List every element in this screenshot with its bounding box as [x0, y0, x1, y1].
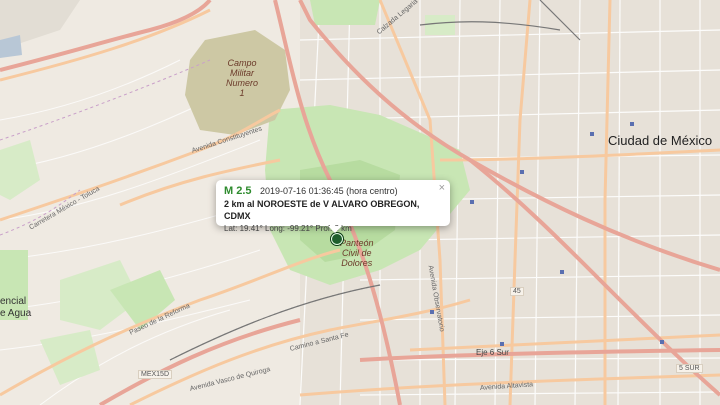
popup-tip	[328, 226, 342, 233]
earthquake-popup: × M 2.5 2019-07-16 01:36:45 (hora centro…	[216, 180, 450, 233]
close-icon[interactable]: ×	[439, 183, 445, 194]
popup-header: M 2.5 2019-07-16 01:36:45 (hora centro)	[224, 185, 442, 197]
magnitude-label: M 2.5	[224, 185, 252, 197]
highway-shield-15d: MEX15D	[138, 370, 173, 379]
earthquake-marker[interactable]	[331, 233, 343, 245]
highway-shield-5sur: 5 SUR	[676, 364, 703, 373]
map-canvas[interactable]: Ciudad de México Campo Militar Numero 1 …	[0, 0, 720, 405]
datetime-label: 2019-07-16 01:36:45 (hora centro)	[260, 186, 398, 196]
location-label: 2 km al NOROESTE de V ALVARO OBREGON, CD…	[224, 199, 420, 221]
highway-shield-45: 45	[510, 287, 524, 296]
